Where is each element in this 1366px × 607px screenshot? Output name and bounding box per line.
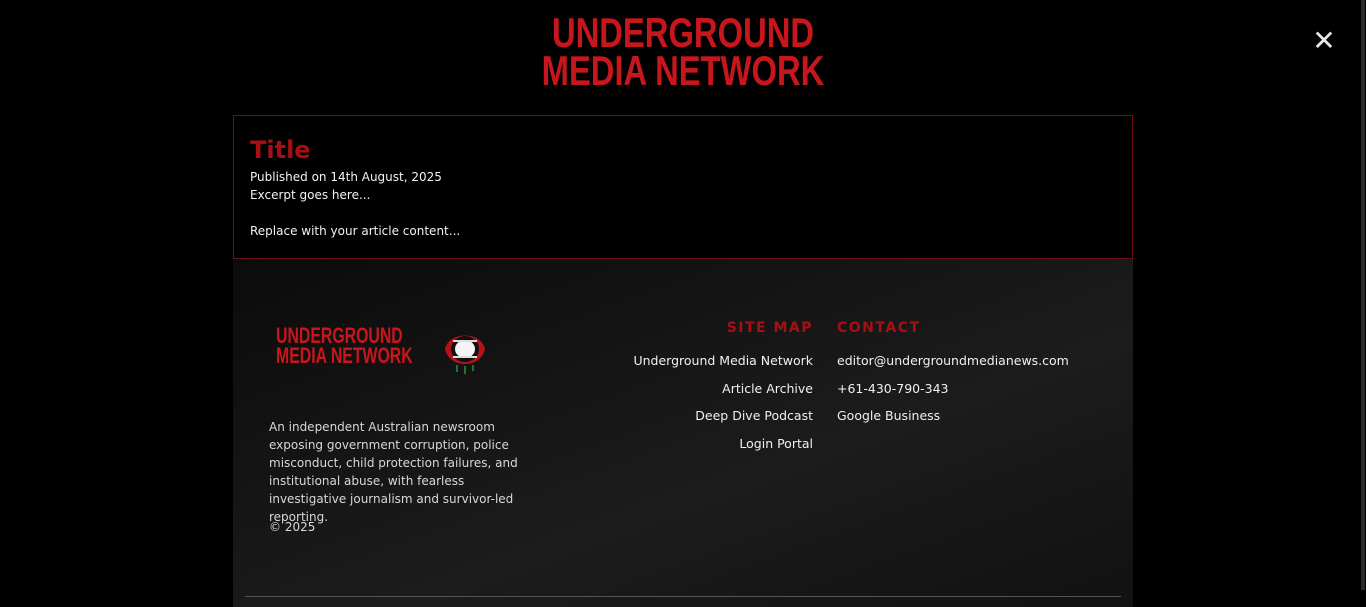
footer-divider	[245, 596, 1121, 597]
logo-line-2: MEDIA NETWORK	[541, 47, 825, 94]
sitemap-link-login[interactable]: Login Portal	[633, 435, 813, 463]
close-icon: ✕	[1312, 24, 1336, 57]
contact-email-link[interactable]: editor@undergroundmedianews.com	[837, 352, 1069, 380]
contact-phone-link[interactable]: +61-430-790-343	[837, 380, 1069, 408]
site-footer: UNDERGROUND MEDIA NETWORK An independent…	[233, 259, 1133, 607]
article-content: Replace with your article content...	[250, 224, 461, 238]
contact-heading: CONTACT	[837, 320, 921, 336]
article-preview: Title Published on 14th August, 2025 Exc…	[233, 115, 1133, 259]
copyright: © 2025	[269, 520, 316, 534]
footer-logo-line-2: MEDIA NETWORK	[276, 343, 413, 368]
article-excerpt: Excerpt goes here...	[250, 188, 371, 202]
article-title: Title	[250, 136, 311, 164]
scrollbar-thumb[interactable]	[1361, 0, 1365, 590]
article-publish-date: Published on 14th August, 2025	[250, 170, 442, 184]
contact-links: editor@undergroundmedianews.com +61-430-…	[837, 352, 1069, 435]
sitemap-link-podcast[interactable]: Deep Dive Podcast	[633, 407, 813, 435]
page-scrollbar[interactable]	[1360, 0, 1366, 607]
sitemap-link-archive[interactable]: Article Archive	[633, 380, 813, 408]
footer-logo[interactable]: UNDERGROUND MEDIA NETWORK	[276, 325, 466, 368]
sitemap-links: Underground Media Network Article Archiv…	[633, 352, 813, 462]
contact-google-business-link[interactable]: Google Business	[837, 407, 1069, 435]
footer-about-text: An independent Australian newsroom expos…	[269, 420, 518, 524]
close-button[interactable]: ✕	[1310, 26, 1338, 56]
mouth-logo-icon	[445, 335, 485, 374]
sitemap-link-home[interactable]: Underground Media Network	[633, 352, 813, 380]
sitemap-heading: SITE MAP	[726, 320, 813, 336]
site-logo[interactable]: UNDERGROUND MEDIA NETWORK	[0, 12, 1366, 94]
